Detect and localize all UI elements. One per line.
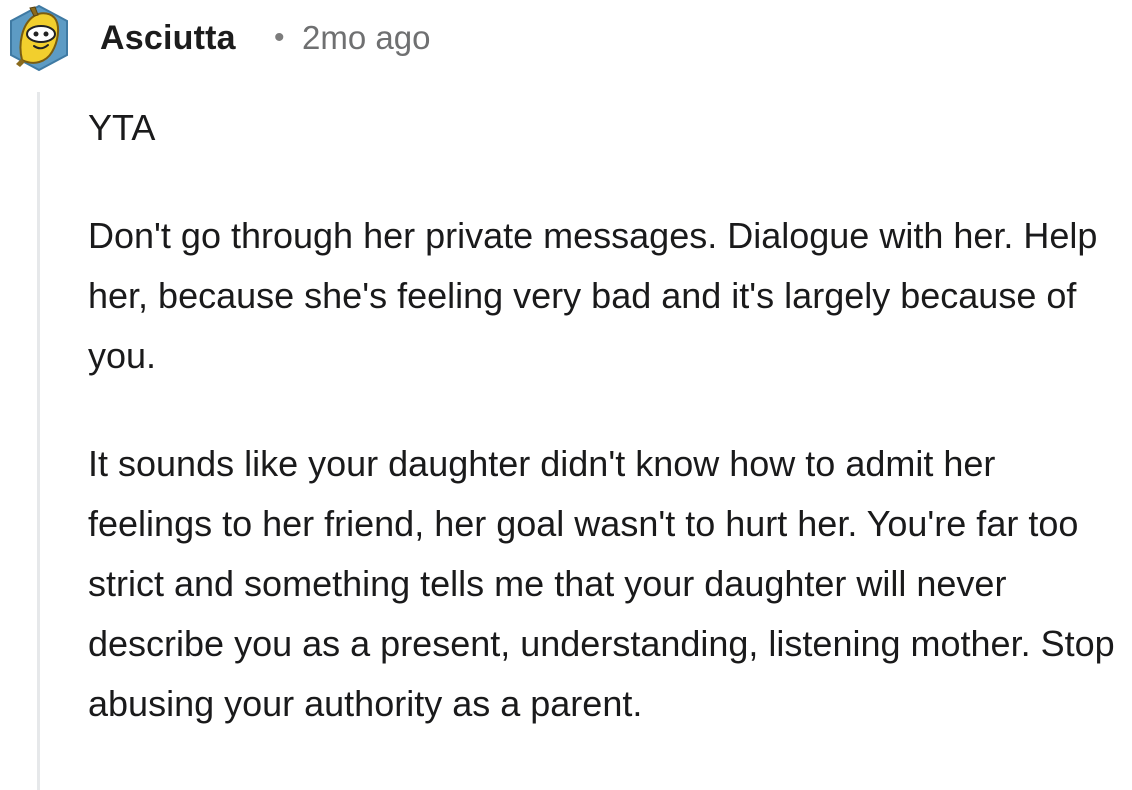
comment-paragraph: It sounds like your daughter didn't know… (88, 443, 1115, 724)
meta-separator: • (274, 21, 285, 54)
comment: Asciutta • 2mo ago YTA Don't go through … (0, 0, 1132, 790)
banana-snoo-avatar-icon[interactable] (8, 4, 70, 72)
comment-timestamp[interactable]: 2mo ago (302, 17, 430, 59)
comment-paragraph: YTA (88, 107, 156, 148)
comment-author[interactable]: Asciutta (100, 17, 236, 59)
thread-collapse-line[interactable] (37, 92, 40, 790)
comment-paragraph: Don't go through her private messages. D… (88, 215, 1098, 376)
comment-header: Asciutta • 2mo ago (0, 0, 1132, 78)
comment-body: YTA Don't go through her private message… (88, 98, 1128, 734)
